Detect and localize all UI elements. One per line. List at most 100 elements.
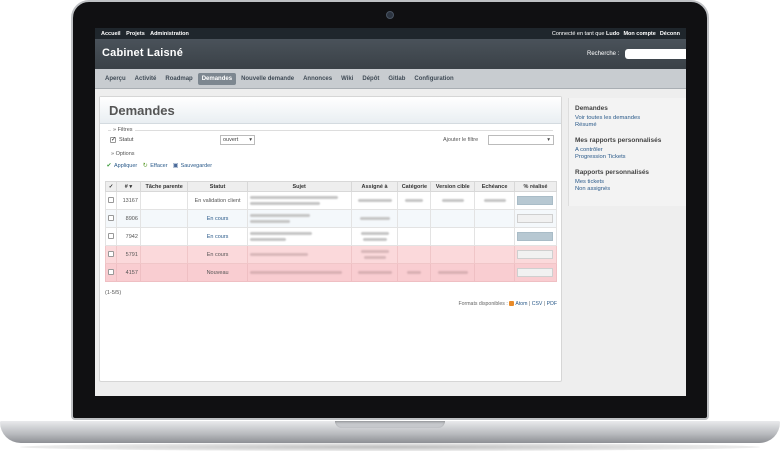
sidebar-link-summary[interactable]: Résumé — [575, 122, 680, 129]
issue-subject[interactable] — [246, 227, 352, 246]
issue-version[interactable] — [430, 263, 476, 282]
col-target-version[interactable]: Version cible — [430, 181, 476, 192]
current-user[interactable]: Ludo — [606, 31, 619, 37]
col-id[interactable]: # ▾ — [116, 181, 141, 192]
sidebar-link-progress[interactable]: Progression Tickets — [575, 154, 680, 161]
atom-link[interactable]: Atom — [515, 301, 527, 307]
issue-assignee[interactable] — [350, 263, 399, 282]
issue-assignee[interactable] — [350, 191, 399, 210]
add-filter-label: Ajouter le filtre — [443, 137, 479, 143]
tab-settings[interactable]: Configuration — [410, 73, 457, 85]
col-subject[interactable]: Sujet — [246, 181, 352, 192]
options-toggle[interactable]: » Options — [111, 151, 135, 157]
issue-progress-cell — [513, 209, 558, 228]
top-link-admin[interactable]: Administration — [150, 31, 189, 37]
issue-due — [474, 227, 515, 246]
issue-id[interactable]: 4157 — [116, 263, 141, 282]
table-row[interactable]: 7942 En cours — [105, 227, 558, 246]
tab-issues[interactable]: Demandes — [197, 72, 237, 85]
col-parent[interactable]: Tâche parente — [139, 181, 189, 192]
issue-version[interactable] — [430, 191, 476, 210]
issue-version[interactable] — [430, 227, 476, 246]
issue-version[interactable] — [430, 245, 476, 264]
check-icon: ✔ — [106, 163, 112, 169]
issue-status: En validation client — [187, 191, 248, 210]
page-banner: Demandes — [100, 97, 561, 124]
issue-id[interactable]: 5791 — [116, 245, 141, 264]
col-due-date[interactable]: Echéance — [474, 181, 515, 192]
tab-repository[interactable]: Dépôt — [358, 73, 383, 85]
table-header-row: ✓ # ▾ Tâche parente Statut Sujet Assigné… — [105, 181, 558, 192]
sidebar-link-unassigned[interactable]: Non assignés — [575, 186, 680, 193]
clear-button[interactable]: ↻ Effacer — [142, 163, 168, 169]
sidebar-heading-my-queries: Mes rapports personnalisés — [575, 137, 662, 144]
row-checkbox[interactable] — [108, 196, 114, 203]
logout-link[interactable]: Déconn — [660, 31, 680, 37]
status-filter-row: Statut — [110, 136, 133, 143]
progress-bar — [517, 232, 554, 241]
table-row[interactable]: 5791 En cours — [105, 245, 558, 264]
chevron-down-icon: ▾ — [547, 137, 550, 143]
col-assignee[interactable]: Assigné à — [350, 181, 399, 192]
status-operator-select[interactable]: ouvert ▾ — [220, 135, 255, 145]
table-row[interactable]: 4157 Nouveau — [105, 263, 558, 282]
issue-status: Nouveau — [187, 263, 248, 282]
parent-task-cell — [139, 245, 189, 264]
tab-activity[interactable]: Activité — [131, 73, 161, 85]
table-row[interactable]: 8906 En cours — [105, 209, 558, 228]
row-checkbox[interactable] — [108, 268, 114, 275]
issue-category — [397, 209, 432, 228]
save-icon: ▣ — [172, 163, 179, 169]
tab-wiki[interactable]: Wiki — [337, 73, 357, 85]
apply-button[interactable]: ✔ Appliquer — [106, 163, 137, 169]
status-filter-checkbox[interactable] — [110, 136, 116, 143]
issue-id[interactable]: 8906 — [116, 209, 141, 228]
issue-id[interactable]: 13167 — [116, 191, 141, 210]
tab-gitlab[interactable]: Gitlab — [384, 73, 409, 85]
my-account-link[interactable]: Mon compte — [623, 31, 655, 37]
issue-id[interactable]: 7942 — [116, 227, 141, 246]
issue-progress-cell — [513, 191, 558, 210]
sidebar-link-to-check[interactable]: A contrôler — [575, 147, 680, 154]
row-checkbox[interactable] — [108, 250, 114, 257]
top-link-home[interactable]: Accueil — [101, 31, 121, 37]
search-label: Recherche : — [587, 51, 620, 57]
issue-assignee[interactable] — [350, 245, 399, 264]
tab-news[interactable]: Annonces — [299, 73, 336, 85]
col-status[interactable]: Statut — [187, 181, 248, 192]
csv-link[interactable]: CSV — [532, 301, 543, 307]
add-filter-select[interactable]: ▾ — [488, 135, 554, 145]
select-all-toggle[interactable]: ✓ — [105, 181, 117, 192]
search-input[interactable] — [625, 49, 686, 59]
logged-in-text: Connecté en tant que Ludo — [551, 30, 620, 37]
sidebar-link-all-issues[interactable]: Voir toutes les demandes — [575, 115, 680, 122]
issue-due — [474, 191, 515, 210]
save-label: Sauvegarder — [180, 163, 213, 169]
table-row[interactable]: 13167 En validation client — [105, 191, 558, 210]
row-checkbox[interactable] — [108, 232, 114, 239]
pdf-link[interactable]: PDF — [547, 301, 557, 307]
issue-status: En cours — [187, 209, 248, 228]
tab-overview[interactable]: Aperçu — [101, 73, 130, 85]
row-checkbox[interactable] — [108, 214, 114, 221]
issue-subject[interactable] — [246, 191, 352, 210]
top-link-projects[interactable]: Projets — [126, 31, 145, 37]
issue-subject[interactable] — [246, 209, 352, 228]
tab-roadmap[interactable]: Roadmap — [161, 73, 196, 85]
filters-legend[interactable]: » Filtres — [111, 127, 135, 133]
issue-assignee[interactable] — [350, 209, 399, 228]
col-category[interactable]: Catégorie — [397, 181, 432, 192]
tab-new-issue[interactable]: Nouvelle demande — [237, 73, 298, 85]
issue-category — [397, 245, 432, 264]
col-done-ratio[interactable]: % réalisé — [513, 181, 558, 192]
issue-subject[interactable] — [246, 263, 352, 282]
parent-task-cell — [139, 263, 189, 282]
row-checkbox-cell — [105, 227, 117, 246]
issue-subject[interactable] — [246, 245, 352, 264]
sidebar-heading-issues: Demandes — [575, 105, 608, 112]
save-button[interactable]: ▣ Sauvegarder — [172, 163, 213, 169]
filters-section: » Filtres Statut ouvert ▾ Ajouter le fil… — [100, 124, 561, 160]
issue-version[interactable] — [430, 209, 476, 228]
issue-assignee[interactable] — [350, 227, 399, 246]
sidebar-link-my-tickets[interactable]: Mes tickets — [575, 179, 680, 186]
